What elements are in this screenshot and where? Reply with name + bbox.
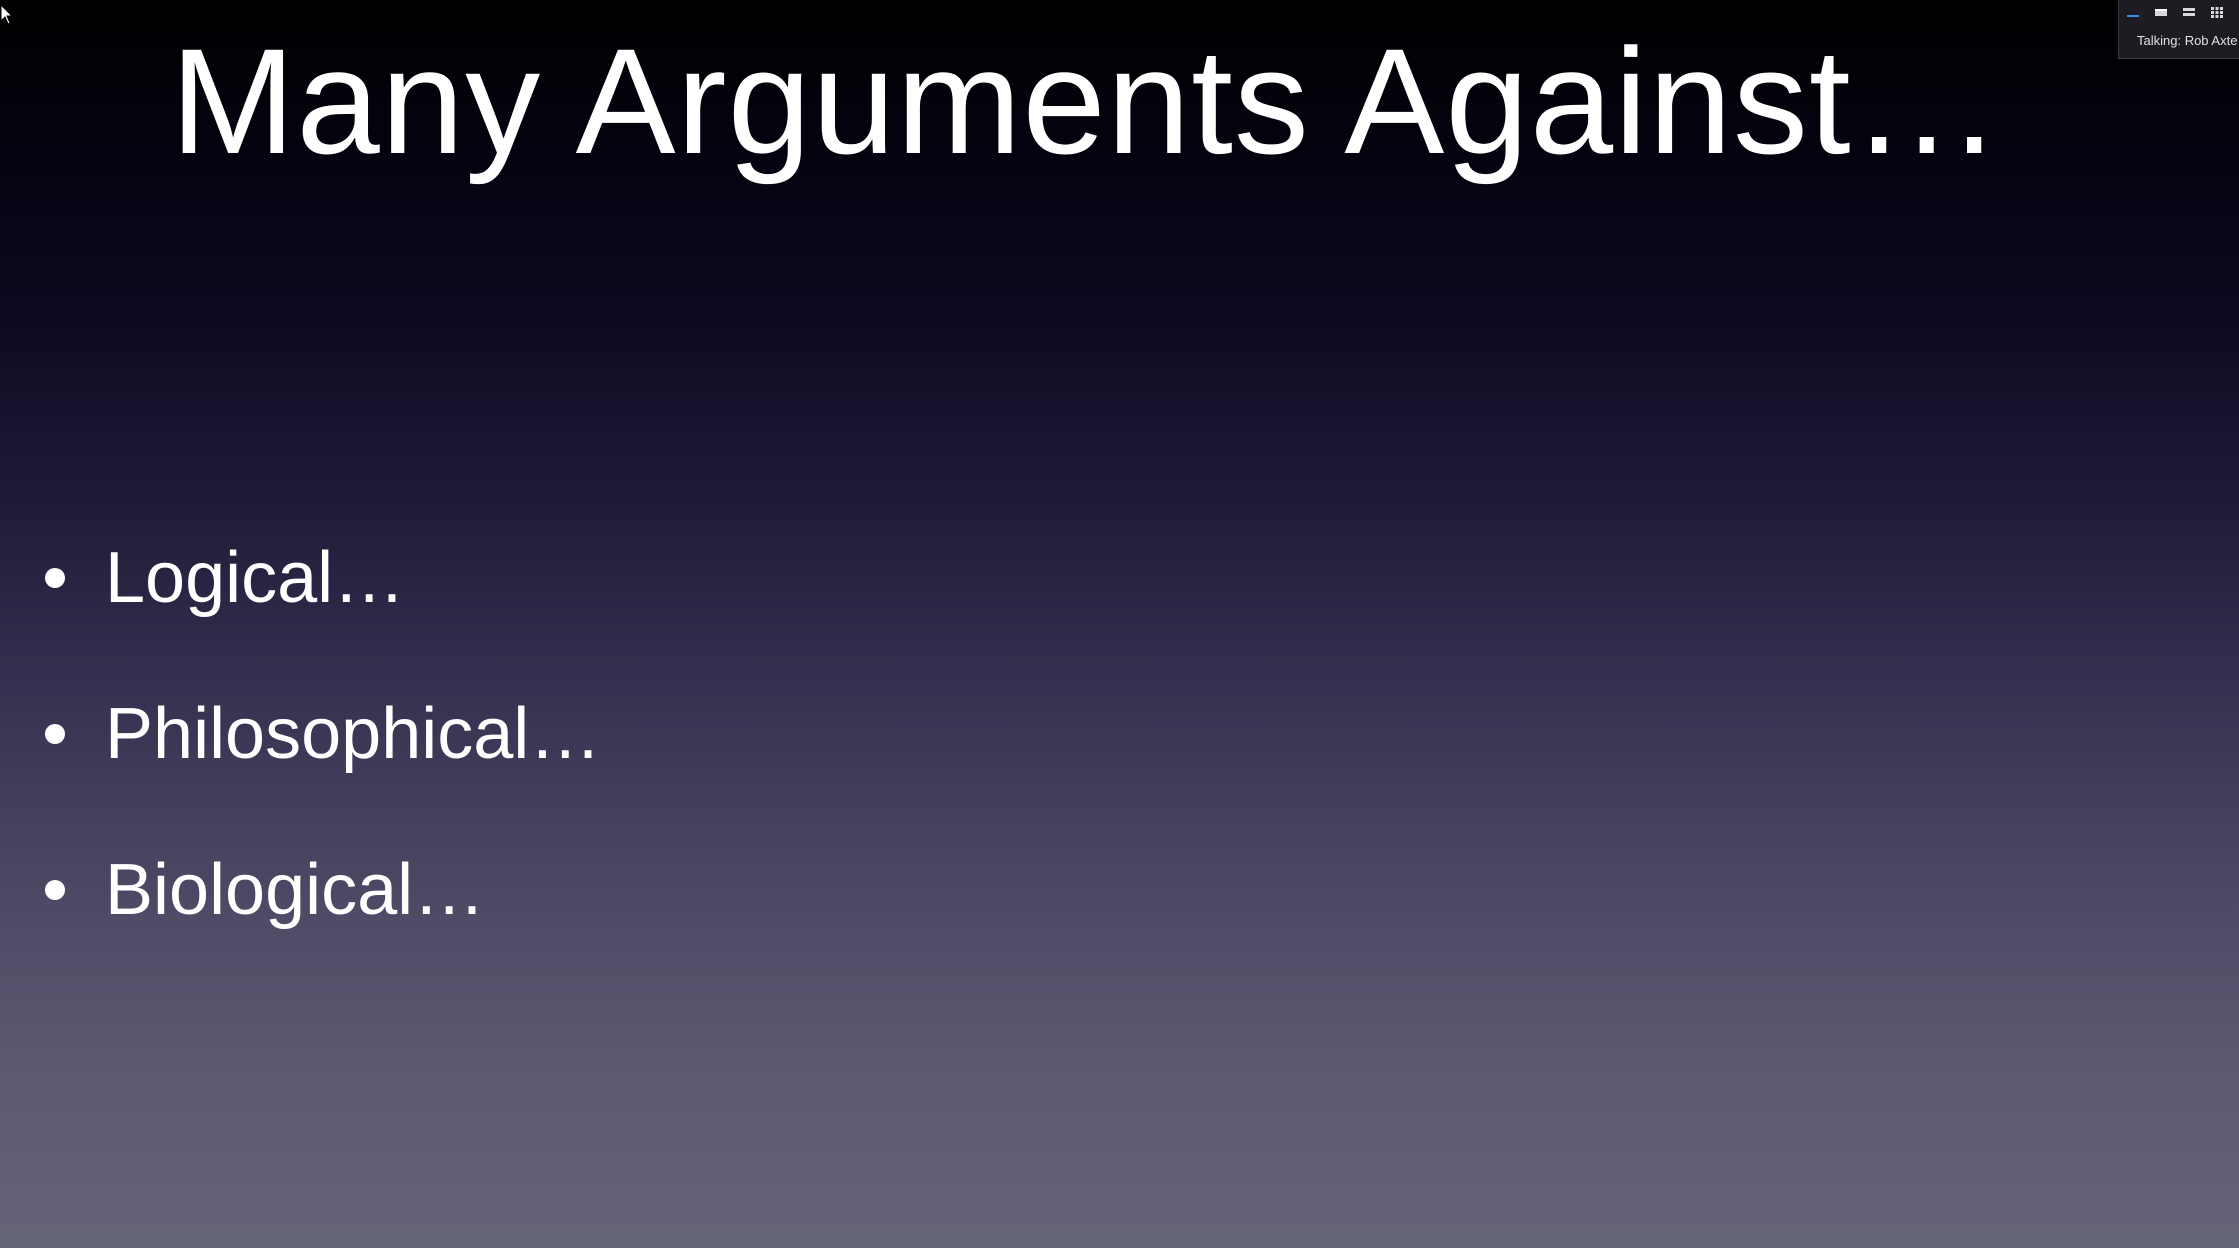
list-item: Logical… [42,500,601,656]
bullet-dot-icon [45,568,65,588]
bullet-text: Philosophical… [105,694,602,774]
presentation-screen: Many Arguments Against… Logical… Philoso… [0,0,2239,1248]
bullet-list: Logical… Philosophical… Biological… [42,500,601,968]
bullet-text: Biological… [105,850,486,930]
bullet-dot-icon [45,724,65,744]
meeting-view-panel: Talking: Rob Axte [2118,0,2239,59]
talking-indicator: Talking: Rob Axte [2137,33,2238,48]
list-item: Philosophical… [42,656,601,812]
gallery-grid-icon[interactable] [2207,4,2227,20]
stacked-view-icon[interactable] [2179,4,2199,20]
view-switcher [2123,4,2227,20]
slide-title: Many Arguments Against… [170,17,2003,185]
single-window-icon[interactable] [2151,4,2171,20]
bullet-dot-icon [45,880,65,900]
list-item: Biological… [42,812,601,968]
speaker-view-icon[interactable] [2123,4,2143,20]
bullet-text: Logical… [105,538,406,618]
